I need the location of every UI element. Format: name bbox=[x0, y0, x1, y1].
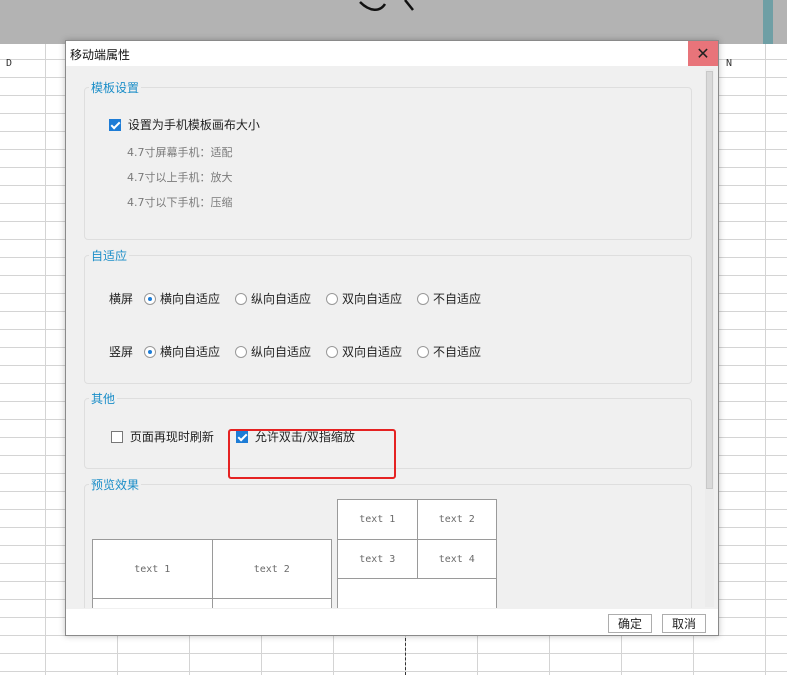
radio-button[interactable] bbox=[417, 292, 429, 305]
preview-group: 预览效果 text 1 text 2 text 1 text 2 text 3 bbox=[84, 476, 692, 608]
landscape-both-option[interactable]: 双向自适应 bbox=[326, 290, 402, 307]
close-icon: ✕ bbox=[696, 44, 710, 63]
refresh-checkbox[interactable] bbox=[111, 430, 123, 443]
adaptive-legend: 自适应 bbox=[89, 247, 130, 264]
preview-cell-empty bbox=[211, 598, 332, 608]
dialog-titlebar: 移动端属性 ✕ bbox=[66, 41, 718, 66]
preview-cell: text 2 bbox=[211, 539, 332, 599]
landscape-label: 横屏 bbox=[109, 292, 134, 306]
vertical-scrollbar[interactable] bbox=[705, 69, 714, 607]
portrait-none-option[interactable]: 不自适应 bbox=[417, 343, 481, 360]
preview-cell: text 3 bbox=[337, 539, 418, 579]
radio-button[interactable] bbox=[417, 345, 429, 358]
hint-compress: 4.7寸以下手机：压缩 bbox=[127, 196, 233, 209]
adaptive-group: 自适应 横屏 横向自适应 纵向自适应 双向自适应 不自适应 竖屏 横向自适应 纵… bbox=[84, 247, 692, 384]
preview-cell-empty bbox=[337, 578, 497, 608]
landscape-vertical-option[interactable]: 纵向自适应 bbox=[235, 290, 311, 307]
landscape-none-option[interactable]: 不自适应 bbox=[417, 290, 481, 307]
close-button[interactable]: ✕ bbox=[688, 41, 718, 66]
dialog-footer: 确定 取消 bbox=[66, 609, 718, 635]
preview-table-left: text 1 text 2 bbox=[92, 539, 332, 608]
radio-button[interactable] bbox=[326, 292, 338, 305]
logo-fragment-icon bbox=[359, 0, 414, 11]
dialog-title: 移动端属性 bbox=[70, 48, 131, 62]
option-label: 不自适应 bbox=[433, 345, 482, 359]
refresh-option[interactable]: 页面再现时刷新 bbox=[111, 428, 214, 445]
option-label: 纵向自适应 bbox=[251, 345, 312, 359]
preview-cell: text 1 bbox=[337, 499, 418, 540]
mobile-canvas-label: 设置为手机模板画布大小 bbox=[127, 118, 260, 132]
preview-legend: 预览效果 bbox=[89, 476, 142, 493]
option-label: 双向自适应 bbox=[342, 292, 403, 306]
template-settings-group: 模板设置 设置为手机模板画布大小 4.7寸屏幕手机：适配 4.7寸以上手机：放大… bbox=[84, 79, 692, 240]
refresh-label: 页面再现时刷新 bbox=[129, 430, 214, 444]
preview-cell: text 2 bbox=[416, 499, 497, 540]
other-legend: 其他 bbox=[89, 390, 118, 407]
column-header-d: D bbox=[6, 58, 13, 69]
app-toolbar-area bbox=[0, 0, 787, 44]
option-label: 横向自适应 bbox=[160, 292, 221, 306]
radio-button[interactable] bbox=[235, 345, 247, 358]
column-header-n: N bbox=[726, 58, 733, 69]
radio-button[interactable] bbox=[144, 345, 156, 358]
landscape-horizontal-option[interactable]: 横向自适应 bbox=[144, 290, 220, 307]
page-break-line bbox=[405, 638, 406, 675]
portrait-horizontal-option[interactable]: 横向自适应 bbox=[144, 343, 220, 360]
option-label: 横向自适应 bbox=[160, 345, 221, 359]
scrollbar-thumb[interactable] bbox=[706, 71, 713, 489]
scroll-accent bbox=[763, 0, 773, 44]
hint-enlarge: 4.7寸以上手机：放大 bbox=[127, 171, 233, 184]
mobile-canvas-option[interactable]: 设置为手机模板画布大小 bbox=[109, 116, 260, 133]
highlight-annotation bbox=[228, 429, 396, 479]
template-settings-legend: 模板设置 bbox=[89, 79, 142, 96]
dialog-content: 模板设置 设置为手机模板画布大小 4.7寸屏幕手机：适配 4.7寸以上手机：放大… bbox=[70, 68, 703, 608]
option-label: 双向自适应 bbox=[342, 345, 403, 359]
portrait-vertical-option[interactable]: 纵向自适应 bbox=[235, 343, 311, 360]
preview-cell: text 4 bbox=[416, 539, 497, 579]
option-label: 纵向自适应 bbox=[251, 292, 312, 306]
radio-button[interactable] bbox=[326, 345, 338, 358]
preview-cell-empty bbox=[92, 598, 213, 608]
mobile-properties-dialog: 移动端属性 ✕ 模板设置 设置为手机模板画布大小 4.7寸屏幕手机：适配 4.7… bbox=[65, 40, 719, 636]
preview-cell: text 1 bbox=[92, 539, 213, 599]
option-label: 不自适应 bbox=[433, 292, 482, 306]
mobile-canvas-checkbox[interactable] bbox=[109, 118, 121, 131]
radio-button[interactable] bbox=[144, 292, 156, 305]
portrait-both-option[interactable]: 双向自适应 bbox=[326, 343, 402, 360]
cancel-button[interactable]: 取消 bbox=[662, 614, 706, 633]
radio-button[interactable] bbox=[235, 292, 247, 305]
hint-fit: 4.7寸屏幕手机：适配 bbox=[127, 146, 233, 159]
ok-button[interactable]: 确定 bbox=[608, 614, 652, 633]
preview-table-right: text 1 text 2 text 3 text 4 bbox=[337, 499, 497, 608]
portrait-label: 竖屏 bbox=[109, 345, 134, 359]
